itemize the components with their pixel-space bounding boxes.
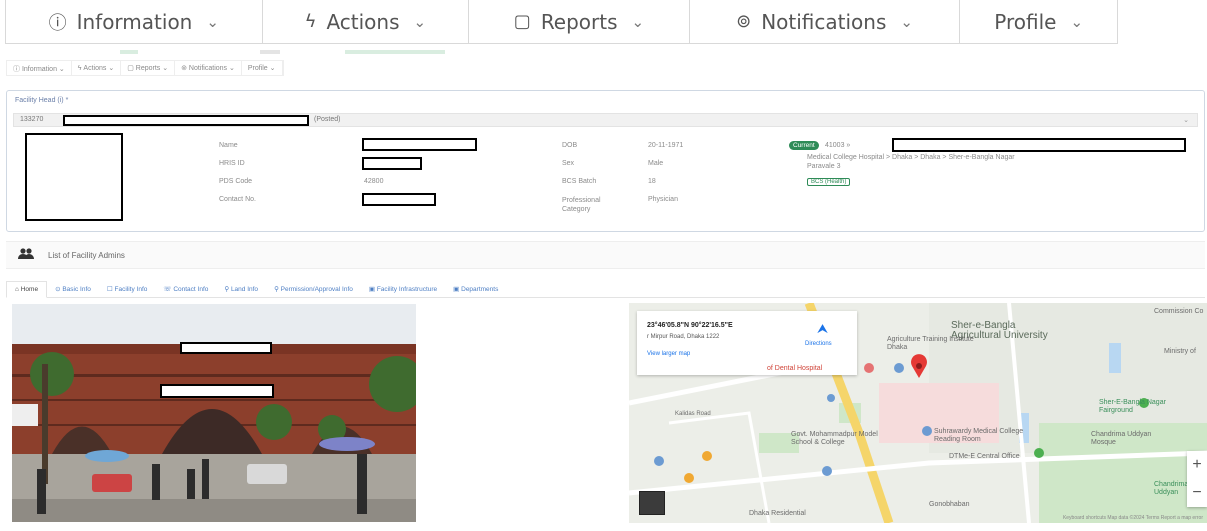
facility-tabs: ⌂ Home ⊙ Basic Info ☐ Facility Info ☏ Co… [6,276,1205,298]
redacted-posting [892,138,1186,152]
facility-admins-header[interactable]: List of Facility Admins [6,241,1205,269]
field-label-name: Name [219,142,238,149]
map-label: Chandrima Uddyan Mosque [1091,431,1152,446]
field-label-bcs: BCS Batch [562,178,597,185]
directions-icon[interactable]: ⮝ [817,321,828,337]
map-address: r Mirpur Road, Dhaka 1222 [647,334,720,340]
facility-head-code: 133270 [20,116,44,123]
map-label: of Dental Hospital [767,365,823,372]
map-label: Agriculture Training Institute Dhaka [887,336,974,351]
users-icon [18,247,34,263]
nav-information[interactable]: ⓘ Information ⌄ [7,61,72,75]
map-label: Sher-E-Bangla Nagar Fairground [1099,399,1166,414]
chevron-down-icon: ⌄ [631,12,645,31]
nav-information[interactable]: ⓘ Information ⌄ [6,0,263,43]
field-value-pds: 42800 [364,178,384,185]
nav-notifications[interactable]: ⊚ Notifications ⌄ [175,61,242,75]
tab-home[interactable]: ⌂ Home [6,281,48,298]
street-view-icon[interactable] [639,491,665,515]
info-circle-icon: ⓘ [48,12,67,34]
map-info-window: 23°46'05.8"N 90°22'16.5"E r Mirpur Road,… [637,311,857,375]
tab-facility-info[interactable]: ☐ Facility Info [99,281,156,297]
chevron-down-icon: ⌄ [900,12,913,31]
facility-head-status: (Posted) [314,116,341,123]
posting-location: Medical College Hospital > Dhaka > Dhaka… [807,153,1187,171]
facility-head-label: Facility Head (i) * [15,97,69,104]
clipboard-icon: ▢ [513,11,531,32]
zoom-out-button[interactable]: − [1187,479,1207,507]
field-label-dob: DOB [562,142,578,149]
nav-actions[interactable]: ϟ Actions ⌄ [72,61,122,75]
redacted-sign [180,342,272,354]
map-label: Ministry of [1164,348,1196,355]
map-label: Suhrawardy Medical College Reading Room [934,428,1024,443]
field-value-bcs: 18 [648,178,656,185]
redacted-hris-value [362,157,422,170]
field-label-sex: Sex [562,160,575,167]
decorative-stripe [120,50,138,54]
lightning-icon: ϟ [304,11,317,32]
field-label-category: Professional Category [562,197,601,213]
redacted-sign [160,384,274,398]
redacted-name-value [362,138,477,151]
field-label-contact: Contact No. [219,196,256,203]
chevron-down-icon: ⌄ [1070,12,1084,31]
field-label-pds: PDS Code [219,178,253,185]
nav-notifications-label: Notifications [761,9,887,34]
nav-information-label: Information [76,9,193,34]
help-circle-icon: ⊚ [736,11,752,32]
nav-notifications[interactable]: ⊚ Notifications ⌄ [690,0,961,43]
field-value-sex: Male [648,160,664,167]
nav-actions-label: Actions [326,9,400,34]
chevron-down-icon: ⌄ [413,12,427,31]
nav-reports[interactable]: ▢ Reports ⌄ [121,61,176,75]
map-label: Gonobhaban [929,501,970,508]
tab-land-info[interactable]: ⚲ Land Info [216,281,266,297]
nav-profile[interactable]: Profile ⌄ [242,61,283,75]
field-value-dob: 20-11-1971 [648,142,684,149]
field-value-category: Physician [648,196,678,203]
tab-permission-info[interactable]: ⚲ Permission/Approval Info [266,281,361,297]
directions-link[interactable]: Directions [805,341,832,347]
facility-admins-title: List of Facility Admins [48,250,125,260]
decorative-stripe [345,50,445,54]
posting-location-path: Medical College Hospital > Dhaka > Dhaka… [807,154,1015,161]
cadre-chip: BCS (Health) [807,178,851,186]
nav-profile-label: Profile [994,9,1057,34]
nav-profile[interactable]: Profile ⌄ [960,0,1117,43]
facility-head-card: Facility Head (i) * 133270 (Posted) ⌄ Na… [6,90,1205,232]
redacted-name [63,115,309,126]
tab-contact-info[interactable]: ☏ Contact Info [155,281,216,297]
tab-departments[interactable]: ▣ Departments [445,281,506,297]
facility-map[interactable]: 23°46'05.8"N 90°22'16.5"E r Mirpur Road,… [629,303,1207,523]
zoom-in-button[interactable]: + [1187,451,1207,479]
map-label: Dhaka Residential [749,510,806,517]
map-label: Govt. Mohammadpur Model School & College [791,431,878,446]
nav-reports[interactable]: ▢ Reports ⌄ [469,0,690,43]
view-larger-map-link[interactable]: View larger map [647,351,690,357]
tab-facility-infrastructure[interactable]: ▣ Facility Infrastructure [361,281,445,297]
map-label: Kalidas Road [675,411,711,417]
decorative-stripe [260,50,280,54]
map-coordinates: 23°46'05.8"N 90°22'16.5"E [647,322,733,329]
field-label-hris: HRIS ID [219,160,245,167]
redacted-contact-value [362,193,436,206]
posting-designation: Paravale 3 [807,163,841,170]
avatar [25,133,123,221]
nav-reports-label: Reports [540,9,618,34]
facility-photo [12,304,416,522]
chevron-down-icon: ⌄ [206,12,219,31]
status-badge: Current [789,141,819,150]
map-label: DTMe-E Central Office [949,453,1020,460]
chevron-down-icon: ⌄ [1183,117,1189,124]
main-nav-zoomed: ⓘ Information ⌄ ϟ Actions ⌄ ▢ Reports ⌄ … [5,0,1118,44]
map-attribution: Keyboard shortcuts Map data ©2024 Terms … [1062,515,1203,521]
map-zoom-control: + − [1187,451,1207,507]
main-nav: ⓘ Information ⌄ ϟ Actions ⌄ ▢ Reports ⌄ … [6,60,284,76]
posting-code: 41003 » [825,142,851,149]
map-label: Commission Co [1154,308,1204,315]
nav-actions[interactable]: ϟ Actions ⌄ [263,0,470,43]
tab-basic-info[interactable]: ⊙ Basic Info [47,281,99,297]
